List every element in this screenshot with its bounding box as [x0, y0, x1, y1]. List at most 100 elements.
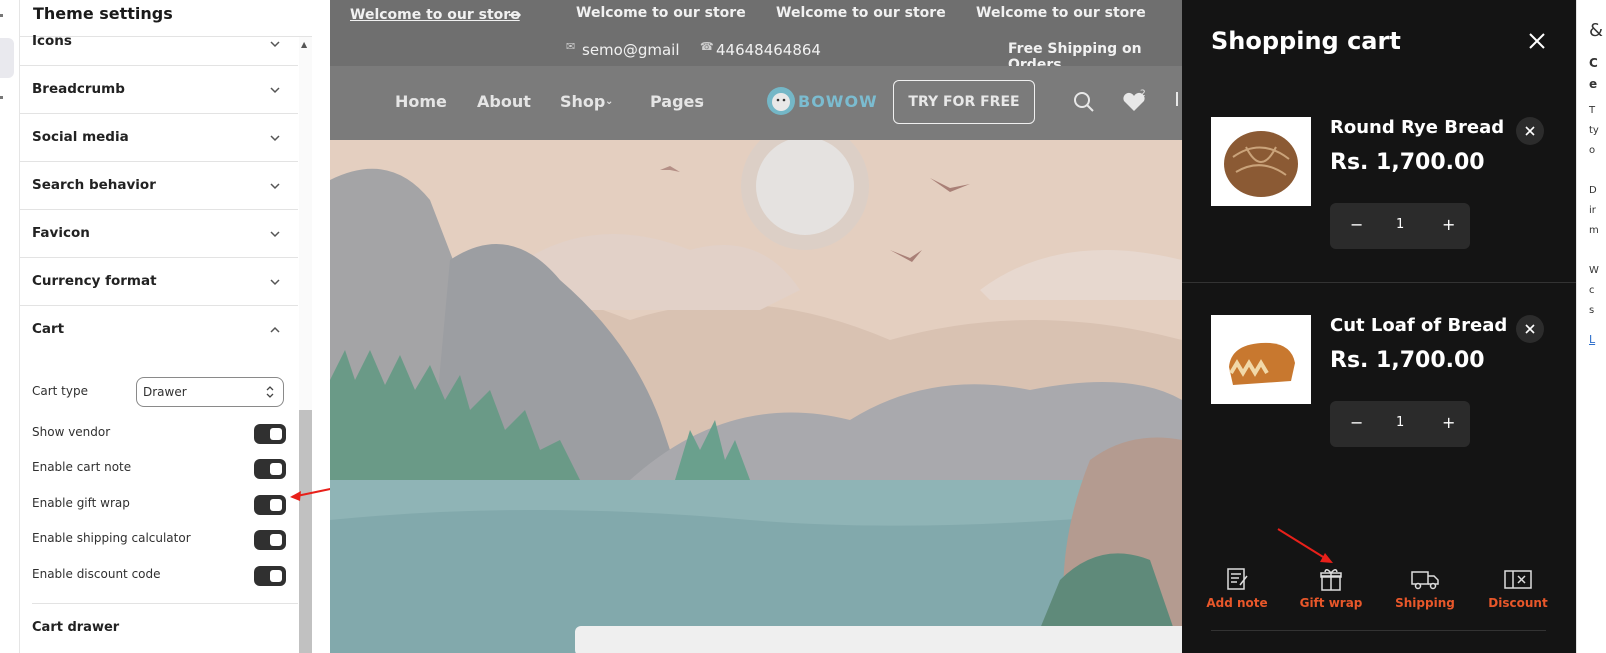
pane-text: W: [1589, 265, 1599, 276]
chevron-up-icon: [270, 326, 280, 333]
cart-item-name[interactable]: Cut Loaf of Bread: [1330, 315, 1507, 336]
cart-title: Shopping cart: [1211, 27, 1401, 55]
divider: [1182, 282, 1576, 283]
select-arrows-icon: [266, 386, 274, 398]
chevron-down-icon: ⌄: [697, 96, 706, 107]
mail-icon: ✉: [566, 40, 576, 53]
section-label: Favicon: [32, 225, 90, 241]
cart-drawer: Shopping cart Round Rye Bread Rs. 1,700.…: [1182, 0, 1576, 653]
shipping-button[interactable]: Shipping: [1390, 566, 1460, 610]
minus-icon[interactable]: −: [1350, 215, 1363, 234]
chevron-down-icon: ⌄: [605, 96, 614, 107]
section-social-media[interactable]: Social media: [20, 114, 298, 162]
round-rye-bread-image[interactable]: [1211, 117, 1311, 206]
gift-icon: [1320, 569, 1342, 591]
enable-cart-note-toggle[interactable]: [254, 459, 286, 479]
section-icons[interactable]: Icons: [20, 33, 298, 66]
remove-item-button[interactable]: [1516, 117, 1544, 145]
announcement-text: Welcome to our store: [976, 5, 1146, 21]
toggle-label: Enable gift wrap: [32, 496, 130, 510]
section-label: Social media: [32, 129, 129, 145]
section-currency-format[interactable]: Currency format: [20, 258, 298, 306]
nav-shop[interactable]: Shop: [560, 92, 605, 111]
toggle-label: Enable discount code: [32, 567, 161, 581]
cart-item-price: Rs. 1,700.00: [1330, 150, 1485, 175]
plus-icon[interactable]: +: [1442, 215, 1455, 234]
truck-icon: [1411, 571, 1439, 590]
wishlist-count: 2: [1140, 89, 1146, 99]
arrow-right-icon: →: [508, 5, 522, 24]
quantity-value[interactable]: 1: [1396, 217, 1404, 232]
pane-text: c: [1589, 285, 1595, 296]
store-email[interactable]: semo@gmail: [582, 41, 680, 59]
theme-settings-panel: Theme settings Icons Breadcrumb Social m…: [20, 0, 312, 653]
section-search-behavior[interactable]: Search behavior: [20, 162, 298, 210]
section-label: Search behavior: [32, 177, 156, 193]
section-cart[interactable]: Cart: [20, 306, 298, 354]
rail-dot: [0, 96, 3, 99]
pane-text: ty: [1589, 125, 1599, 136]
chevron-down-icon: [270, 135, 280, 142]
scrollbar-thumb[interactable]: [299, 410, 312, 653]
pane-text: ir: [1589, 205, 1596, 216]
cart-item-name[interactable]: Round Rye Bread: [1330, 117, 1504, 138]
store-logo[interactable]: BOWOW: [798, 92, 878, 111]
section-favicon[interactable]: Favicon: [20, 210, 298, 258]
tool-label: Discount: [1488, 596, 1548, 610]
cut-loaf-image[interactable]: [1211, 315, 1311, 404]
discount-button[interactable]: Discount: [1483, 566, 1553, 610]
divider: [1211, 630, 1546, 631]
add-note-button[interactable]: Add note: [1202, 566, 1272, 610]
toggle-label: Show vendor: [32, 425, 111, 439]
announcement-text: Welcome to our store: [576, 5, 746, 21]
close-icon: [1525, 324, 1535, 334]
close-icon: [1525, 126, 1535, 136]
store-preview: Welcome to our store → Welcome to our st…: [330, 0, 1182, 653]
plus-icon[interactable]: +: [1442, 413, 1455, 432]
scroll-up-icon[interactable]: ▲: [301, 40, 307, 49]
pane-text: o: [1589, 145, 1596, 156]
dog-logo-icon[interactable]: [766, 86, 796, 116]
pane-text: e: [1589, 77, 1598, 91]
enable-gift-wrap-toggle[interactable]: [254, 495, 286, 515]
chevron-down-icon: [270, 279, 280, 286]
phone-icon: ☎: [700, 40, 714, 53]
section-label: Breadcrumb: [32, 81, 125, 97]
cart-type-label: Cart type: [32, 384, 88, 398]
pane-link[interactable]: L: [1589, 333, 1595, 346]
panel-title: Theme settings: [33, 4, 173, 23]
gift-wrap-button[interactable]: Gift wrap: [1296, 566, 1366, 610]
remove-item-button[interactable]: [1516, 315, 1544, 343]
section-breadcrumb[interactable]: Breadcrumb: [20, 66, 298, 114]
nav-about[interactable]: About: [477, 92, 531, 111]
enable-discount-code-toggle[interactable]: [254, 566, 286, 586]
annotation-arrow: [1277, 528, 1333, 563]
quantity-stepper[interactable]: − 1 +: [1330, 203, 1470, 249]
section-label: Currency format: [32, 273, 157, 289]
enable-shipping-calculator-toggle[interactable]: [254, 530, 286, 550]
chevron-down-icon: [270, 231, 280, 238]
cart-type-select[interactable]: Drawer: [136, 377, 284, 407]
announcement-link[interactable]: Welcome to our store: [350, 7, 520, 23]
nav-home[interactable]: Home: [395, 92, 447, 111]
pane-text: s: [1589, 305, 1595, 316]
left-rail: [0, 0, 20, 653]
search-icon[interactable]: [1073, 91, 1095, 113]
quantity-stepper[interactable]: − 1 +: [1330, 401, 1470, 447]
try-for-free-button[interactable]: TRY FOR FREE: [893, 80, 1035, 124]
chevron-down-icon: [270, 183, 280, 190]
store-phone[interactable]: 44648464864: [716, 41, 821, 59]
section-cart-drawer[interactable]: Cart drawer: [32, 620, 119, 635]
quantity-value[interactable]: 1: [1396, 415, 1404, 430]
rail-selected-item[interactable]: [0, 38, 14, 78]
tool-label: Gift wrap: [1299, 596, 1363, 610]
pane-text: T: [1589, 105, 1596, 116]
minus-icon[interactable]: −: [1350, 413, 1363, 432]
coupon-icon: [1504, 570, 1532, 589]
show-vendor-toggle[interactable]: [254, 424, 286, 444]
tool-label: Add note: [1206, 596, 1268, 610]
cart-item-price: Rs. 1,700.00: [1330, 348, 1485, 373]
chevron-down-icon: [270, 41, 280, 48]
nav-pages[interactable]: Pages: [650, 92, 704, 111]
close-icon[interactable]: [1528, 32, 1546, 50]
